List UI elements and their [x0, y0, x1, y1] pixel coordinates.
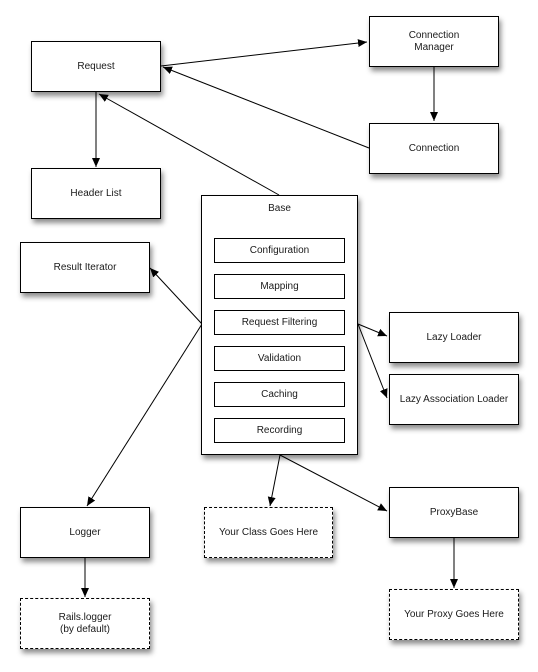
node-base[interactable]: Base Configuration Mapping Request Filte… — [201, 195, 358, 455]
node-your-proxy-label: Your Proxy Goes Here — [404, 608, 504, 620]
node-lazy-association-loader-label: Lazy Association Loader — [399, 393, 509, 405]
node-your-class[interactable]: Your Class Goes Here — [204, 507, 333, 558]
base-module-caching[interactable]: Caching — [214, 382, 345, 407]
node-logger[interactable]: Logger — [20, 507, 150, 558]
node-connection-manager-label: Connection Manager — [408, 29, 460, 53]
node-rails-logger-label: Rails.logger (by default) — [58, 611, 112, 635]
node-header-list-label: Header List — [70, 187, 122, 199]
node-your-class-label: Your Class Goes Here — [218, 526, 319, 538]
edge-base-to-proxy-base — [279, 454, 388, 512]
base-module-mapping[interactable]: Mapping — [214, 274, 345, 299]
edge-base-to-result-iterator — [149, 267, 203, 325]
node-connection-manager[interactable]: Connection Manager — [369, 16, 499, 67]
node-proxy-base[interactable]: ProxyBase — [389, 487, 519, 538]
edge-request-to-connection-manager — [160, 39, 368, 67]
base-module-configuration[interactable]: Configuration — [214, 238, 345, 263]
base-module-recording[interactable]: Recording — [214, 418, 345, 443]
node-logger-label: Logger — [69, 526, 101, 538]
edge-connection-to-request — [162, 66, 370, 149]
node-request-label: Request — [77, 60, 115, 72]
base-module-request-filtering[interactable]: Request Filtering — [214, 310, 345, 335]
node-header-list[interactable]: Header List — [31, 168, 161, 219]
node-result-iterator-label: Result Iterator — [53, 261, 117, 273]
base-module-validation[interactable]: Validation — [214, 346, 345, 371]
edge-base-to-logger — [86, 323, 203, 507]
node-your-proxy[interactable]: Your Proxy Goes Here — [389, 589, 519, 640]
node-lazy-loader[interactable]: Lazy Loader — [389, 312, 519, 363]
edge-base-to-lazy-association-loader — [357, 323, 388, 399]
node-rails-logger[interactable]: Rails.logger (by default) — [20, 598, 150, 649]
node-proxy-base-label: ProxyBase — [429, 506, 479, 518]
node-connection-label: Connection — [408, 142, 460, 154]
node-base-title: Base — [268, 203, 291, 214]
node-connection[interactable]: Connection — [369, 123, 499, 174]
node-result-iterator[interactable]: Result Iterator — [20, 242, 150, 293]
node-request[interactable]: Request — [31, 41, 161, 92]
node-lazy-loader-label: Lazy Loader — [426, 331, 482, 343]
edge-base-to-your-class — [267, 454, 281, 507]
node-lazy-association-loader[interactable]: Lazy Association Loader — [389, 374, 519, 425]
